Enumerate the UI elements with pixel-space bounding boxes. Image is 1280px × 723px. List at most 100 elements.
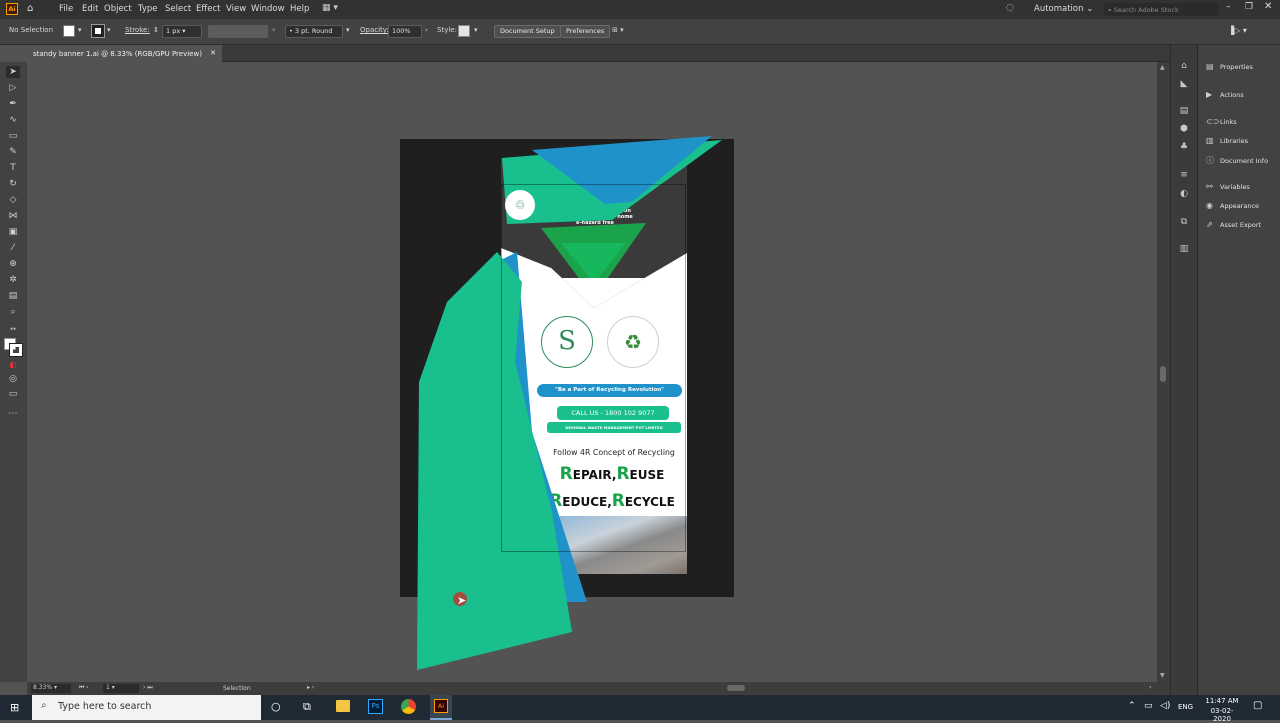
panel-toggle-icon[interactable]: ▐▷ ▾ <box>1228 26 1247 35</box>
maximize-button[interactable]: ❐ <box>1245 2 1253 12</box>
close-tab-icon[interactable]: ✕ <box>210 49 216 57</box>
color-mode-icon[interactable]: ◧ <box>6 359 20 371</box>
scroll-right-icon[interactable]: › <box>1149 684 1151 691</box>
menu-edit[interactable]: Edit <box>82 4 98 14</box>
volume-icon[interactable]: ◁) <box>1160 701 1170 711</box>
panel-properties[interactable]: ▤ Properties <box>1206 62 1253 71</box>
document-setup-button[interactable]: Document Setup <box>494 25 561 38</box>
gradient-strip-icon[interactable]: ▥ <box>1177 244 1191 256</box>
stroke-color-box[interactable] <box>9 343 23 357</box>
direct-selection-tool-icon[interactable]: ▷ <box>6 82 20 94</box>
tray-up-icon[interactable]: ⌃ <box>1128 701 1136 711</box>
opacity-field[interactable]: 100% <box>388 25 422 38</box>
document-tab[interactable]: standy banner 1.ai @ 8.33% (RGB/GPU Prev… <box>27 45 222 62</box>
panel-document-info[interactable]: ⓘ Document Info <box>1206 155 1268 166</box>
horizontal-scroll-thumb[interactable] <box>727 685 745 691</box>
eraser-tool-icon[interactable]: ◇ <box>6 194 20 206</box>
panel-appearance[interactable]: ◉ Appearance <box>1206 201 1259 210</box>
layers-strip-icon[interactable]: ◣ <box>1177 79 1191 91</box>
artboard-number-field[interactable]: 1 ▾ <box>103 684 139 693</box>
panel-libraries[interactable]: ▥ Libraries <box>1206 136 1248 145</box>
style-dropdown-icon[interactable]: ▾ <box>474 26 478 34</box>
align-strip-icon[interactable]: ≡ <box>1177 170 1191 182</box>
gradient-tool-icon[interactable]: ▣ <box>6 226 20 238</box>
menu-object[interactable]: Object <box>104 4 132 14</box>
arrange-documents-icon[interactable]: ▦ ▾ <box>322 3 338 13</box>
width-tool-icon[interactable]: ⋈ <box>6 210 20 222</box>
rotate-tool-icon[interactable]: ↻ <box>6 178 20 190</box>
color-strip-icon[interactable]: ◐ <box>1177 189 1191 201</box>
symbols-strip-icon[interactable]: ♣ <box>1177 142 1191 154</box>
brushes-strip-icon[interactable]: ⬢ <box>1177 124 1191 136</box>
draw-mode-icon[interactable]: ◎ <box>6 373 20 385</box>
libraries-strip-icon[interactable]: ▤ <box>1177 106 1191 118</box>
menu-file[interactable]: File <box>59 4 73 14</box>
selection-tool-icon[interactable]: ➤ <box>6 66 20 78</box>
artboard-tool-icon[interactable]: ▤ <box>6 290 20 302</box>
language-indicator[interactable]: ENG <box>1178 703 1193 711</box>
opacity-expand-icon[interactable]: › <box>425 26 428 34</box>
align-options-icon[interactable]: ⊞ ▾ <box>612 26 624 34</box>
vertical-scroll-thumb[interactable] <box>1160 366 1166 382</box>
transform-strip-icon[interactable]: ⧉ <box>1177 217 1191 229</box>
pen-tool-icon[interactable]: ✒ <box>6 98 20 110</box>
preferences-button[interactable]: Preferences <box>560 25 611 38</box>
chrome-icon[interactable] <box>401 699 416 714</box>
style-swatch[interactable] <box>458 25 470 37</box>
windows-start-icon[interactable]: ⊞ <box>10 701 19 714</box>
zoom-tool-icon[interactable]: ⌕ <box>6 306 20 318</box>
last-artboard-icon[interactable]: › ⏭ <box>143 684 153 692</box>
stroke-stepper-icon[interactable]: ⇕ <box>153 26 159 34</box>
profile-dropdown-icon[interactable]: ▾ <box>272 26 276 34</box>
properties-strip-icon[interactable]: ⌂ <box>1177 61 1191 73</box>
shape-builder-tool-icon[interactable]: ⊕ <box>6 258 20 270</box>
symbol-sprayer-tool-icon[interactable]: ✲ <box>6 274 20 286</box>
adobe-stock-search[interactable]: ⌕ Search Adobe Stock <box>1104 3 1218 16</box>
task-view-icon[interactable]: ⧉ <box>303 700 311 714</box>
panel-variables[interactable]: ⚯ Variables <box>1206 182 1250 191</box>
canvas-area[interactable]: Drop your e-waste at Swachh Sansar colle… <box>27 62 1170 682</box>
menu-view[interactable]: View <box>226 4 246 14</box>
menu-type[interactable]: Type <box>138 4 158 14</box>
type-tool-icon[interactable]: T <box>6 162 20 174</box>
close-window-button[interactable]: ✕ <box>1264 1 1272 12</box>
status-expand-icon[interactable]: ▸ ‹ <box>307 684 314 691</box>
fill-swatch[interactable] <box>63 25 75 37</box>
scroll-up-icon[interactable]: ▲ <box>1160 64 1165 71</box>
screen-mode-icon[interactable]: ▭ <box>6 388 20 400</box>
zoom-field[interactable]: 8.33% ▾ <box>31 684 71 693</box>
network-icon[interactable]: ▭ <box>1144 701 1153 711</box>
paintbrush-tool-icon[interactable]: ✎ <box>6 146 20 158</box>
variable-width-profile[interactable] <box>208 25 268 38</box>
taskbar-search-box[interactable]: ⌕ Type here to search <box>32 695 261 720</box>
opacity-label[interactable]: Opacity: <box>360 26 389 34</box>
file-explorer-icon[interactable] <box>336 700 350 712</box>
scroll-down-icon[interactable]: ▼ <box>1160 672 1165 679</box>
stroke-dropdown-icon[interactable]: ▾ <box>107 26 111 34</box>
menu-select[interactable]: Select <box>165 4 191 14</box>
menu-window[interactable]: Window <box>251 4 285 14</box>
fill-dropdown-icon[interactable]: ▾ <box>78 26 82 34</box>
home-icon[interactable]: ⌂ <box>27 3 33 14</box>
edit-toolbar-icon[interactable]: ⋯ <box>6 408 20 420</box>
first-artboard-icon[interactable]: ⏮ ‹ <box>79 684 89 692</box>
swap-fill-stroke-icon[interactable]: ↔ <box>6 323 20 335</box>
rectangle-tool-icon[interactable]: ▭ <box>6 130 20 142</box>
stroke-swatch[interactable] <box>91 24 105 38</box>
panel-links[interactable]: ⊂⊃Links <box>1206 117 1237 126</box>
lightbulb-icon[interactable]: ◌ <box>1006 3 1014 13</box>
workspace-switcher[interactable]: Automation ⌄ <box>1034 4 1093 14</box>
cortana-icon[interactable]: ○ <box>271 700 281 713</box>
menu-help[interactable]: Help <box>290 4 309 14</box>
panel-asset-export[interactable]: ⇗ Asset Export <box>1206 220 1261 229</box>
minimize-button[interactable]: – <box>1226 2 1231 12</box>
curvature-tool-icon[interactable]: ∿ <box>6 114 20 126</box>
stroke-label[interactable]: Stroke: <box>125 26 150 34</box>
stroke-weight-field[interactable]: 1 px ▾ <box>162 25 202 38</box>
eyedropper-tool-icon[interactable]: ⁄ <box>6 242 20 254</box>
brush-dropdown-icon[interactable]: ▾ <box>346 26 350 34</box>
brush-definition-field[interactable]: • 3 pt. Round <box>285 25 343 38</box>
panel-actions[interactable]: ▶ Actions <box>1206 90 1244 99</box>
notifications-icon[interactable]: ▢ <box>1253 700 1262 711</box>
menu-effect[interactable]: Effect <box>196 4 220 14</box>
